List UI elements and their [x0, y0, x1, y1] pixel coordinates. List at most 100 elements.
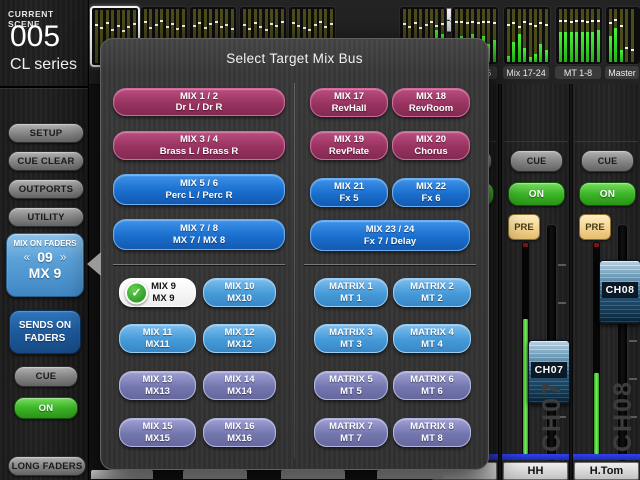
mix-bus-button[interactable]: MIX 10MX10 [203, 278, 276, 307]
bus-button-line2: MT 1 [340, 293, 362, 305]
meter-bar [625, 9, 628, 62]
fader-position-mark [493, 22, 496, 24]
strip-divider [575, 141, 638, 142]
fader-position-mark [166, 26, 169, 28]
matrix-bus-button[interactable]: MATRIX 5MT 5 [314, 371, 388, 400]
meter-level [586, 32, 589, 62]
fader-position-mark [534, 25, 537, 27]
fader-tick [558, 264, 566, 266]
strip-name-plate[interactable]: HH [503, 462, 568, 480]
bus-button-line1: MIX 11 [143, 327, 173, 339]
sidebar: CURRENT SCENE 005 CL series SETUP CUE CL… [0, 0, 89, 480]
mix-bus-button[interactable]: MIX 5 / 6Perc L / Perc R [113, 174, 285, 205]
matrix-bus-button[interactable]: MATRIX 4MT 4 [393, 324, 471, 353]
meter-bar [95, 10, 98, 63]
pre-fader-badge[interactable]: PRE [579, 214, 611, 240]
fader-position-mark [523, 21, 526, 23]
fader-position-mark [609, 22, 612, 24]
pre-fader-badge[interactable]: PRE [508, 214, 540, 240]
fader-position-mark [160, 20, 163, 22]
strip-cue-button[interactable]: CUE [510, 150, 563, 172]
bus-button-line1: MIX 15 [142, 421, 172, 433]
dialog-section-divider [113, 264, 285, 265]
bus-button-line1: MIX 18 [416, 91, 446, 103]
strip-on-button[interactable]: ON [579, 182, 636, 206]
mix-bus-button[interactable]: MIX 19RevPlate [310, 131, 388, 160]
matrix-bus-button[interactable]: MATRIX 1MT 1 [314, 278, 388, 307]
mix-bus-button[interactable]: MIX 18RevRoom [392, 88, 470, 117]
master-on-button[interactable]: ON [14, 397, 78, 419]
long-faders-button[interactable]: LONG FADERS [8, 456, 86, 476]
fader-position-mark [430, 21, 433, 23]
fader-position-mark [591, 20, 594, 22]
fader-position-mark [330, 23, 333, 25]
fader-position-mark [106, 22, 109, 24]
dialog-title: Select Target Mix Bus [101, 51, 488, 66]
meter-bar [507, 9, 510, 62]
mix-bus-button[interactable]: MIX 15MX15 [119, 418, 196, 447]
prev-mix-icon[interactable]: « [24, 250, 31, 264]
fader-position-mark [155, 24, 158, 26]
meter-level [609, 36, 612, 62]
master-cue-button[interactable]: CUE [14, 366, 78, 387]
bus-button-line1: MIX 13 [142, 374, 172, 386]
bus-button-line1: MIX 3 / 4 [180, 134, 218, 146]
cue-clear-button[interactable]: CUE CLEAR [8, 151, 84, 171]
mix-bus-button[interactable]: MIX 22Fx 6 [392, 178, 470, 207]
fader-position-mark [460, 21, 463, 23]
console-model-label: CL series [10, 56, 86, 74]
bus-button-line2: Chorus [414, 146, 447, 158]
bus-button-line1: MATRIX 1 [329, 281, 373, 293]
mix-bus-button[interactable]: MIX 7 / 8MX 7 / MX 8 [113, 219, 285, 250]
mix-bus-button[interactable]: MIX 21Fx 5 [310, 178, 388, 207]
fader-position-mark [419, 27, 422, 29]
mix-bus-button[interactable]: MIX 1 / 2Dr L / Dr R [113, 88, 285, 116]
mix-bus-button[interactable]: MIX 16MX16 [203, 418, 276, 447]
fader-position-mark [265, 29, 268, 31]
mix-bus-button[interactable]: MIX 12MX12 [203, 324, 276, 353]
mix-bus-button[interactable]: MIX 23 / 24Fx 7 / Delay [310, 220, 470, 251]
scene-number[interactable]: 005 [10, 20, 80, 54]
matrix-bus-button[interactable]: MATRIX 3MT 3 [314, 324, 388, 353]
fader-tick [558, 302, 566, 304]
fader-position-mark [414, 22, 417, 24]
bus-button-line2: MT 4 [421, 339, 443, 351]
setup-button[interactable]: SETUP [8, 123, 84, 143]
strip-on-button[interactable]: ON [508, 182, 565, 206]
fader-position-mark [455, 21, 458, 23]
bus-button-line2: MX 9 [152, 293, 174, 305]
bus-button-line1: MIX 17 [334, 91, 364, 103]
fader-knob[interactable]: CH08 [599, 260, 640, 324]
outports-button[interactable]: OUTPORTS [8, 179, 84, 199]
bus-button-line1: MIX 5 / 6 [180, 178, 218, 190]
mix-bus-button[interactable]: MIX 3 / 4Brass L / Brass R [113, 131, 285, 160]
meter-block-mt-1-8[interactable] [555, 6, 603, 65]
meter-level [559, 32, 562, 62]
channel-strip: CUEONPRECH07CH07HH [501, 84, 570, 480]
next-mix-icon[interactable]: » [60, 250, 67, 264]
matrix-bus-button[interactable]: MATRIX 2MT 2 [393, 278, 471, 307]
bus-button-line1: MIX 9 [151, 281, 176, 293]
mix-bus-button[interactable]: MIX 11MX11 [119, 324, 196, 353]
fader-position-mark [482, 21, 485, 23]
fader-position-mark [198, 22, 201, 24]
utility-button[interactable]: UTILITY [8, 207, 84, 227]
mix-bus-button[interactable]: MIX 13MX13 [119, 371, 196, 400]
mix-bus-button[interactable]: ✓MIX 9MX 9 [119, 278, 196, 307]
meter-block-mix-17-24[interactable] [503, 6, 551, 65]
fader-position-mark [487, 21, 490, 23]
matrix-bus-button[interactable]: MATRIX 6MT 6 [393, 371, 471, 400]
mix-bus-button[interactable]: MIX 20Chorus [392, 131, 470, 160]
sends-on-faders-button[interactable]: SENDS ON FADERS [9, 310, 81, 354]
mix-bus-button[interactable]: MIX 14MX14 [203, 371, 276, 400]
meter-level [614, 28, 617, 62]
mix-on-faders-button[interactable]: MIX ON FADERS « 09 » MX 9 [6, 233, 84, 297]
fader-position-mark [564, 20, 567, 22]
meter-block-master[interactable] [605, 6, 640, 65]
strip-cue-button[interactable]: CUE [581, 150, 634, 172]
matrix-bus-button[interactable]: MATRIX 8MT 8 [393, 418, 471, 447]
fader-position-mark [308, 29, 311, 31]
matrix-bus-button[interactable]: MATRIX 7MT 7 [314, 418, 388, 447]
mix-bus-button[interactable]: MIX 17RevHall [310, 88, 388, 117]
strip-name-plate[interactable]: H.Tom [574, 462, 639, 480]
